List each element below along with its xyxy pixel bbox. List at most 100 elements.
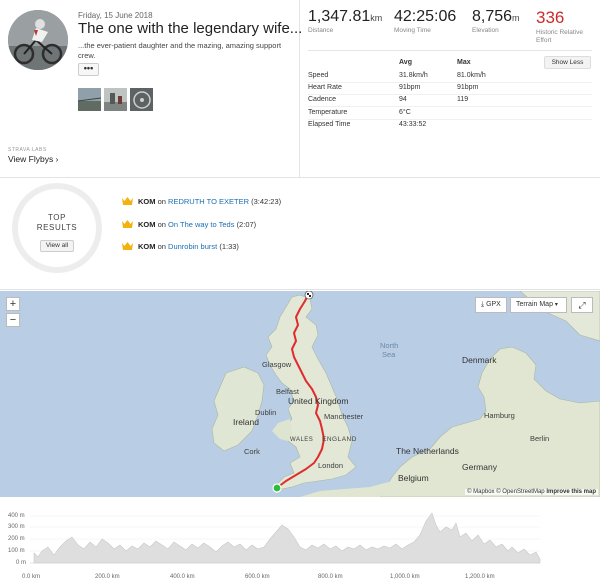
view-flybys-link[interactable]: View Flybys › [8,154,58,164]
photo-thumbnail[interactable] [78,88,101,111]
stat-unit: km [370,13,383,23]
stats-cell: 31.8km/h [399,72,428,79]
divider [308,82,592,83]
divider [308,119,592,120]
stat-relative-effort[interactable]: 336 Historic Relative Effort [536,8,596,45]
map-type-select[interactable]: Terrain Map ▾ [510,297,567,313]
activity-title: The one with the legendary wife... [78,20,303,37]
map-canvas [211,291,600,497]
route-map[interactable]: + − ⤓ GPX Terrain Map ▾ ⤢ Glasgow Belfas… [0,291,600,497]
activity-date: Friday, 15 June 2018 [78,11,153,20]
stat-distance: 1,347.81km Distance [308,8,382,35]
activity-header: Friday, 15 June 2018 The one with the le… [0,0,600,178]
elevation-x-label: 200.0 km [95,574,120,580]
athlete-avatar[interactable] [8,10,68,70]
top-results-title: TOP RESULTS [18,213,96,233]
caret-down-icon: ▾ [554,302,558,308]
map-label-manchester: Manchester [324,412,364,421]
map-label-hamburg: Hamburg [484,411,515,420]
stats-cell: 94 [399,96,407,103]
top-results-section: TOP RESULTS View all KOM on REDRUTH TO E… [0,178,600,290]
crown-icon [122,197,133,205]
view-flybys-label: View Flybys [8,154,54,164]
fullscreen-button[interactable]: ⤢ [571,297,593,313]
achievement-badge: KOM [138,242,156,251]
stats-max-header: Max [457,59,471,66]
top-results-title-line: TOP [47,213,67,222]
map-label-ireland: Ireland [233,417,259,427]
elevation-x-label: 0.0 km [22,574,41,580]
stats-cell: 91bpm [457,84,479,91]
gpx-download-button[interactable]: ⤓ GPX [475,297,507,313]
elevation-y-label: 200 m [8,536,25,542]
achievement-on: on [157,242,166,251]
stat-moving-time: 42:25:06 Moving Time [394,8,456,35]
view-all-button[interactable]: View all [40,240,74,252]
elevation-y-label: 100 m [8,548,25,554]
map-label-berlin: Berlin [530,434,550,443]
map-label-belgium: Belgium [398,473,429,483]
crown-icon [122,220,133,228]
map-label-germany: Germany [462,462,497,472]
zoom-in-button[interactable]: + [6,297,20,311]
segment-link[interactable]: Dunrobin burst [168,242,217,251]
segment-link[interactable]: On The way to Teds [168,220,234,229]
activity-description: ...the ever-patient daughter and the maz… [78,41,282,60]
map-label-glasgow: Glasgow [262,360,292,369]
stats-cell: 81.0km/h [457,72,486,79]
elevation-plot [30,512,541,564]
stat-elevation: 8,756m Elevation [472,8,520,35]
divider [308,106,592,107]
photo-thumbnail[interactable] [130,88,153,111]
top-results-ring: TOP RESULTS View all [12,183,102,273]
map-label-north-sea-line: Sea [382,350,396,359]
stats-cell: 43:33:52 [399,121,427,128]
stat-value: 336 [536,8,565,27]
stat-value: 42:25:06 [394,8,457,25]
stats-row-cadence: Cadence 94 119 [308,96,598,107]
divider [308,94,592,95]
elevation-x-label: 600.0 km [245,574,270,580]
achievement-item: KOM on REDRUTH TO EXETER (3:42:23) [122,196,281,208]
elevation-x-label: 1,000.0 km [390,574,420,580]
stat-value: 8,756 [472,8,513,25]
elevation-x-label: 400.0 km [170,574,195,580]
achievement-time: (2:07) [236,220,257,229]
show-less-button[interactable]: Show Less [544,56,591,69]
elevation-x-label: 800.0 km [318,574,343,580]
achievement-on: on [157,220,166,229]
gpx-label: GPX [486,301,501,308]
elevation-chart[interactable]: 400 m 300 m 200 m 100 m 0 m 0.0 km 200.0… [0,497,600,587]
stats-row-speed: Speed 31.8km/h 81.0km/h [308,72,598,83]
divider [308,50,592,51]
achievement-badge: KOM [138,197,156,206]
elevation-y-label: 300 m [8,524,25,530]
start-marker-icon [272,483,282,493]
more-options-button[interactable]: ••• [78,63,99,76]
chevron-right-icon: › [55,155,59,164]
stats-cell: 119 [457,96,469,103]
map-label-north-sea: North Sea [380,341,398,359]
photo-thumbnail[interactable] [104,88,127,111]
stats-cell: Cadence [308,96,337,103]
improve-map-link[interactable]: Improve this map [546,489,596,495]
map-label-denmark: Denmark [462,355,497,365]
map-label-england: ENGLAND [322,436,357,443]
map-label-dublin: Dublin [255,408,277,417]
stats-cell: 91bpm [399,84,421,91]
elevation-y-label: 400 m [8,513,25,519]
map-label-united-kingdom: United Kingdom [288,396,349,406]
strava-labs-label: STRAVA LABS [8,147,47,153]
top-results-title-line: RESULTS [36,223,78,232]
activity-page: Friday, 15 June 2018 The one with the le… [0,0,600,587]
achievement-on: on [157,197,166,206]
stats-row-temperature: Temperature 6°C [308,109,598,120]
zoom-out-button[interactable]: − [6,313,20,327]
stats-cell: Speed [308,72,329,79]
achievement-item: KOM on Dunrobin burst (1:33) [122,241,239,253]
stat-label: Historic Relative Effort [536,29,583,44]
stats-cell: Temperature [308,109,348,116]
stats-avg-header: Avg [399,59,412,66]
segment-link[interactable]: REDRUTH TO EXETER [168,197,249,206]
stat-value: 1,347.81 [308,8,371,25]
